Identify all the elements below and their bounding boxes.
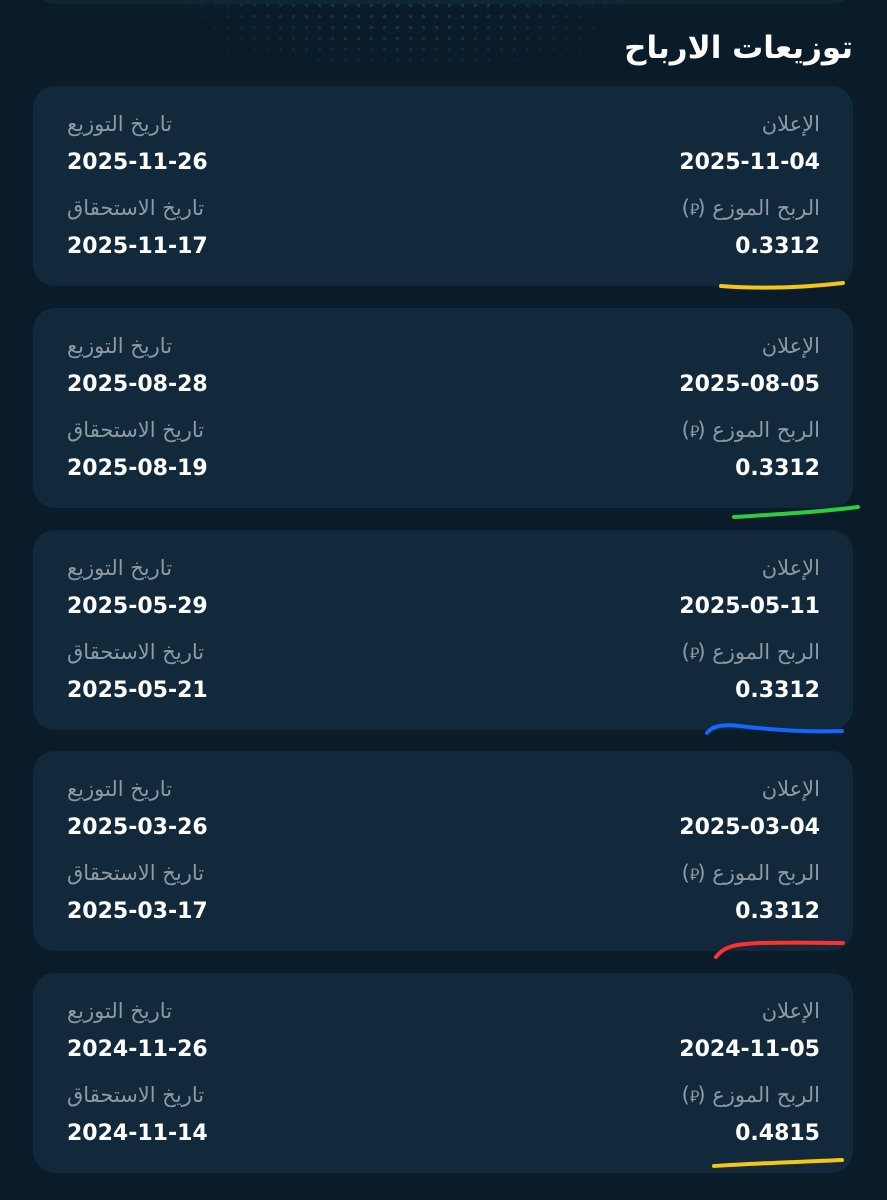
highlight-stroke — [712, 1158, 844, 1168]
highlight-annotations — [705, 281, 860, 1168]
highlight-stroke — [705, 723, 844, 735]
highlight-stroke — [732, 505, 860, 519]
highlight-stroke — [714, 940, 845, 959]
highlight-stroke — [719, 281, 845, 290]
